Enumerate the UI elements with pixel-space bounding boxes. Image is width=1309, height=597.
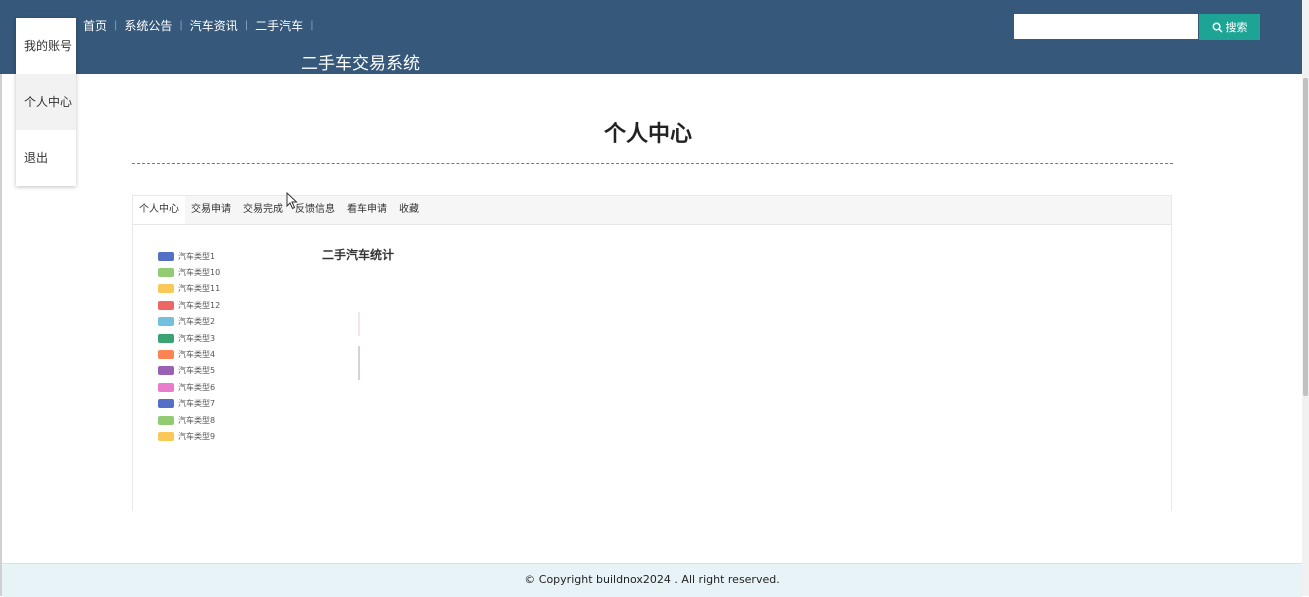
search-icon	[1212, 22, 1223, 33]
mouse-cursor-icon	[286, 192, 298, 210]
nav-separator: |	[244, 20, 249, 31]
nav-car-news[interactable]: 汽车资讯	[190, 17, 238, 34]
personal-center-panel: 个人中心 交易申请 交易完成 反馈信息 看车申请 收藏 汽车类型1 汽车类型10 汽…	[132, 195, 1172, 511]
copyright-text: © Copyright buildnox2024 . All right res…	[524, 573, 780, 586]
legend-item[interactable]: 汽车类型4	[158, 346, 220, 362]
nav-used-cars[interactable]: 二手汽车	[255, 17, 303, 34]
search-input[interactable]	[1014, 14, 1198, 39]
menu-item-personal-center[interactable]: 个人中心	[16, 74, 76, 130]
tab-viewing-requests[interactable]: 看车申请	[341, 196, 393, 224]
tab-trade-completed[interactable]: 交易完成	[237, 196, 289, 224]
legend-swatch	[158, 333, 174, 343]
legend-label: 汽车类型3	[178, 333, 216, 343]
page-title: 个人中心	[603, 122, 692, 147]
legend-item[interactable]: 汽车类型11	[158, 281, 220, 297]
user-dropdown-menu: 我的账号 个人中心 退出	[16, 18, 76, 186]
legend-label: 汽车类型1	[178, 251, 216, 261]
legend-swatch	[158, 382, 174, 392]
nav-separator: |	[310, 20, 314, 31]
legend-item[interactable]: 汽车类型10	[158, 264, 220, 280]
nav-announcements[interactable]: 系统公告	[124, 17, 172, 34]
legend-item[interactable]: 汽车类型3	[158, 330, 220, 346]
legend-label: 汽车类型2	[178, 317, 216, 327]
legend-item[interactable]: 汽车类型12	[158, 297, 220, 313]
legend-swatch	[158, 284, 174, 294]
title-divider	[132, 163, 1173, 164]
legend-label: 汽车类型12	[178, 300, 221, 310]
legend-label: 汽车类型9	[178, 431, 216, 441]
legend-item[interactable]: 汽车类型1	[158, 248, 220, 264]
search-button[interactable]: 搜索	[1199, 14, 1260, 40]
legend-label: 汽车类型11	[178, 284, 221, 294]
tab-personal-center[interactable]: 个人中心	[133, 196, 185, 224]
site-title: 二手车交易系统	[301, 54, 420, 74]
chart-legend: 汽车类型1 汽车类型10 汽车类型11 汽车类型12 汽车类型2 汽车类型3 汽车类型4 汽车…	[158, 248, 220, 445]
legend-swatch	[158, 431, 174, 441]
legend-item[interactable]: 汽车类型6	[158, 379, 220, 395]
vertical-scrollbar[interactable]	[1302, 0, 1309, 596]
legend-swatch	[158, 350, 174, 360]
tab-trade-requests[interactable]: 交易申请	[185, 196, 237, 224]
legend-item[interactable]: 汽车类型8	[158, 412, 220, 428]
nav-separator: |	[114, 20, 118, 31]
legend-swatch	[158, 366, 174, 376]
nav-home[interactable]: 首页	[83, 17, 107, 34]
legend-item[interactable]: 汽车类型7	[158, 396, 220, 412]
chart-title: 二手汽车统计	[322, 248, 395, 262]
legend-swatch	[158, 399, 174, 409]
legend-swatch	[158, 415, 174, 425]
legend-label: 汽车类型10	[178, 268, 221, 278]
tab-favorites[interactable]: 收藏	[393, 196, 425, 224]
pie-chart-area	[358, 312, 360, 336]
legend-item[interactable]: 汽车类型9	[158, 428, 220, 444]
scrollbar-thumb[interactable]	[1303, 78, 1308, 396]
pie-chart-slice-trace	[358, 346, 360, 380]
site-footer: © Copyright buildnox2024 . All right res…	[2, 563, 1302, 597]
legend-label: 汽车类型7	[178, 399, 216, 409]
search-button-label: 搜索	[1225, 21, 1248, 34]
legend-item[interactable]: 汽车类型2	[158, 314, 220, 330]
top-nav: 首页 | 系统公告 | 汽车资讯 | 二手汽车 |	[83, 17, 321, 34]
nav-separator: |	[179, 20, 183, 31]
legend-label: 汽车类型6	[178, 382, 216, 392]
menu-item-my-account[interactable]: 我的账号	[16, 18, 76, 74]
legend-swatch	[158, 251, 174, 261]
legend-label: 汽车类型4	[178, 350, 216, 360]
menu-item-logout[interactable]: 退出	[16, 130, 76, 186]
legend-label: 汽车类型8	[178, 415, 216, 425]
legend-swatch	[158, 317, 174, 327]
legend-swatch	[158, 300, 174, 310]
legend-label: 汽车类型5	[178, 366, 216, 376]
window-left-border	[0, 0, 2, 596]
legend-item[interactable]: 汽车类型5	[158, 363, 220, 379]
legend-swatch	[158, 268, 174, 278]
site-header: 首页 | 系统公告 | 汽车资讯 | 二手汽车 | 二手车交易系统 搜索	[0, 0, 1302, 74]
